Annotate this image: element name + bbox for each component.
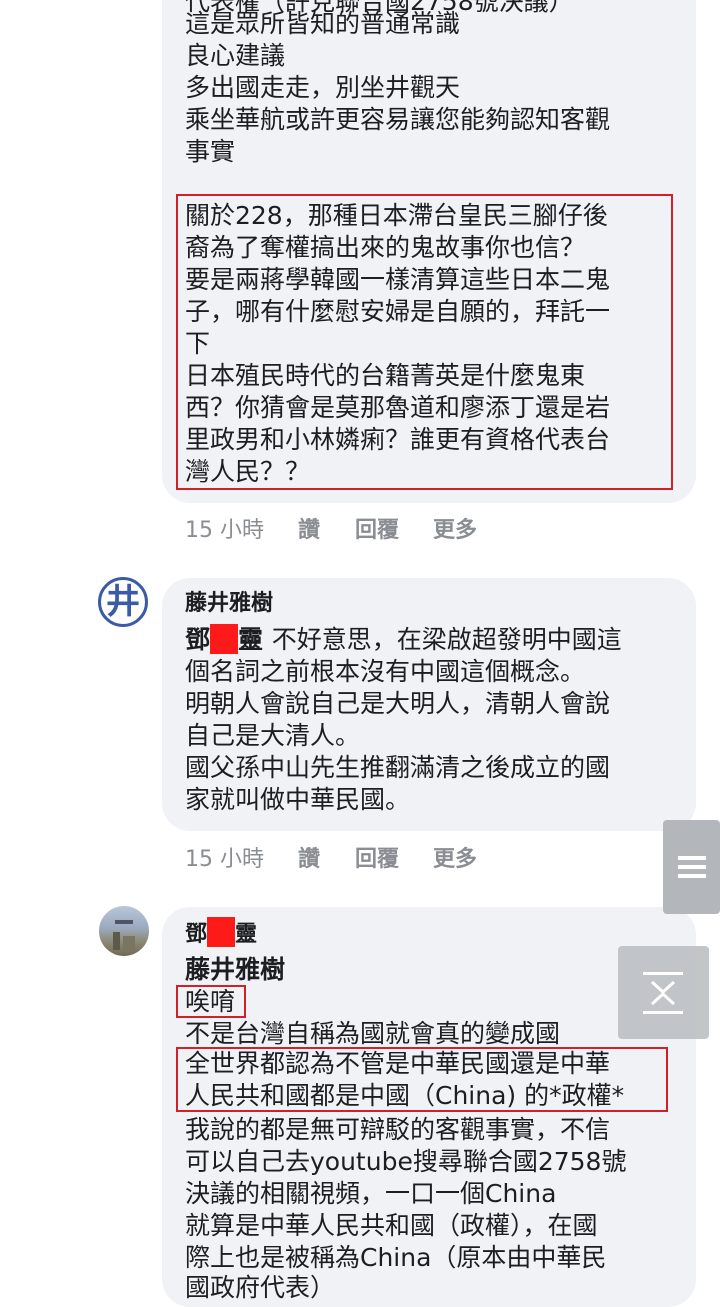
comment-1-line: 乘坐華航或許更容易讓您能夠認知客觀 <box>185 105 611 134</box>
comment-1-reply-button[interactable]: 回覆 <box>355 512 399 544</box>
comment-3-line: 決議的相關視頻，一口一個China <box>185 1179 557 1208</box>
comment-1-line: 下 <box>185 329 211 358</box>
comment-2-line: 國父孫中山先生推翻滿清之後成立的國 <box>185 753 611 782</box>
mention-tag[interactable]: 藤井雅樹 <box>185 954 285 986</box>
comment-1-like-button[interactable]: 讚 <box>298 512 320 544</box>
mention-tag-part: 靈 <box>238 625 264 654</box>
comment-2-line: 自己是大清人。 <box>185 721 361 750</box>
comment-1-line: 關於228，那種日本滯台皇民三腳仔後 <box>185 201 608 230</box>
comment-1-line: 裔為了奪權搞出來的鬼故事你也信？ <box>185 233 586 262</box>
comment-1-line: 良心建議 <box>185 41 286 70</box>
comment-2-time: 15 小時 <box>185 847 264 872</box>
comment-1-time: 15 小時 <box>185 518 264 543</box>
comment-1-line: 要是兩蔣學韓國一樣清算這些日本二鬼 <box>185 265 611 294</box>
comment-author-name[interactable]: 藤井雅樹 <box>185 588 273 620</box>
comment-2-like-button[interactable]: 讚 <box>298 841 320 873</box>
avatar[interactable]: 井 <box>98 577 148 627</box>
comment-3-line: 我說的都是無可辯駁的客觀事實，不信 <box>185 1115 611 1144</box>
comment-2-line: 明朝人會說自己是大明人，清朝人會說 <box>185 689 611 718</box>
comment-1-line: 子，哪有什麼慰安婦是自願的，拜託一 <box>185 297 611 326</box>
author-name-part: 靈 <box>235 922 258 947</box>
comment-3-line: 國政府代表） <box>185 1273 336 1302</box>
comment-3-line: 全世界都認為不管是中華民國還是中華 <box>185 1049 611 1078</box>
comment-3-line: 人民共和國都是中國（China) 的*政權* <box>185 1081 625 1110</box>
avatar-photo-icon <box>113 920 135 950</box>
menu-icon <box>678 856 706 878</box>
comment-3-line: 就算是中華人民共和國（政權），在國 <box>185 1211 598 1240</box>
comment-author-name[interactable]: 鄧靈 <box>185 917 257 951</box>
avatar[interactable] <box>99 906 149 956</box>
author-name-part: 鄧 <box>185 922 208 947</box>
comment-1-more-button[interactable]: 更多 <box>433 512 477 544</box>
comment-3-line: 可以自己去youtube搜尋聯合國2758號 <box>185 1147 627 1176</box>
comment-1-line: 事實 <box>185 137 236 166</box>
comment-2-line: 鄧靈 不好意思，在梁啟超發明中國這 <box>185 624 622 656</box>
comment-1-line: 灣人民？？ <box>185 457 311 486</box>
comment-2-reply-button[interactable]: 回覆 <box>355 841 399 873</box>
comment-2-text: 不好意思，在梁啟超發明中國這 <box>271 625 622 654</box>
collapse-button[interactable] <box>618 946 709 1039</box>
mention-tag[interactable]: 鄧靈 <box>185 624 272 654</box>
comment-1-line: 日本殖民時代的台籍菁英是什麼鬼東 <box>185 361 586 390</box>
comment-1-line: 這是眾所皆知的普通常識 <box>185 9 461 38</box>
comment-2-line: 個名詞之前根本沒有中國這個概念。 <box>185 657 586 686</box>
comment-2-more-button[interactable]: 更多 <box>433 841 477 873</box>
comment-3-line: 不是台灣自稱為國就會真的變成國 <box>185 1019 561 1048</box>
comment-3-line: 唉唷 <box>185 987 236 1016</box>
collapse-icon <box>643 972 683 1014</box>
comment-1-line: 多出國走走，別坐井觀天 <box>185 73 461 102</box>
comment-3-line: 際上也是被稱為China（原本由中華民 <box>185 1243 607 1272</box>
mention-tag-part: 鄧 <box>185 625 211 654</box>
comment-2-line: 家就叫做中華民國。 <box>185 785 411 814</box>
avatar-glyph: 井 <box>106 582 140 622</box>
comment-1-line: 里政男和小林嫾痢？誰更有資格代表台 <box>185 425 611 454</box>
comment-1-line: 西？你猜會是莫那魯道和廖添丁還是岩 <box>185 393 611 422</box>
redacted-block <box>207 917 236 947</box>
redacted-block <box>210 624 239 654</box>
menu-button[interactable] <box>663 820 720 914</box>
